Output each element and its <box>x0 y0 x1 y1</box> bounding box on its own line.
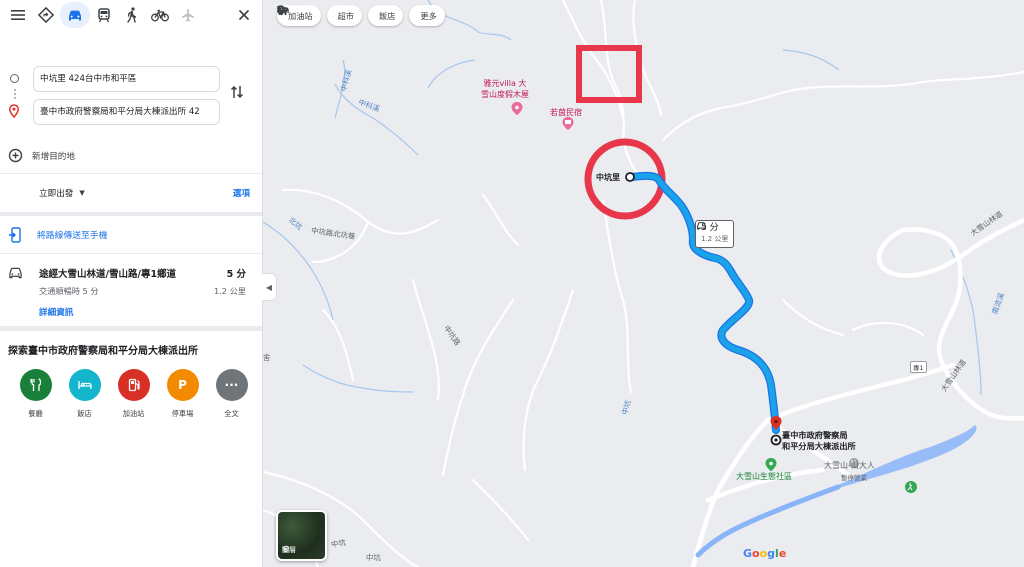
directions-inputs: 中坑里 424台中市和平區 臺中市政府警察局和平分局大棟派出所 42 <box>0 30 262 138</box>
caret-down-icon[interactable]: ▼ <box>79 189 84 197</box>
chip-more[interactable]: 更多 <box>277 5 445 26</box>
poi-ruoyin-pin <box>562 117 574 131</box>
annotation-square <box>576 45 642 103</box>
eco-area-label[interactable]: 大雪山生態社區 <box>736 471 792 482</box>
chip-supermarket[interactable]: 超市 <box>277 5 362 26</box>
origin-input[interactable]: 中坑里 424台中市和平區 <box>33 66 220 92</box>
explore-parking[interactable]: P 停車場 <box>158 369 207 419</box>
bike-icon[interactable] <box>146 2 174 28</box>
route-title: 途經大雪山林道/雪山路/專1鄉道 <box>39 269 177 280</box>
route-dot <box>14 93 16 95</box>
depart-row: 立即出發 ▼ 選項 <box>0 174 262 216</box>
origin-dot-icon <box>10 74 19 83</box>
camp-status: 暫停營業 <box>841 474 867 482</box>
explore-nearby: 餐廳 飯店 加油站 P 停車場 ··· 全文 <box>0 369 262 419</box>
best-route-icon[interactable] <box>32 2 60 28</box>
route-dot <box>14 97 16 99</box>
map-graphics <box>263 0 1024 567</box>
depart-now-dropdown[interactable]: 立即出發 <box>39 187 73 199</box>
layers-icon <box>282 545 290 553</box>
streams <box>263 0 982 396</box>
origin-marker <box>625 172 635 182</box>
route-option[interactable]: 途經大雪山林道/雪山路/專1鄉道 5 分 交通順暢時 5 分 1.2 公里 詳細… <box>0 254 262 331</box>
chip-label: 飯店 <box>378 10 396 21</box>
collapse-panel-button[interactable]: ◀ <box>262 273 277 301</box>
destination-map-text: 臺中市政府警察局 和平分局大棟派出所 <box>782 430 856 451</box>
explore-label: 停車場 <box>171 409 194 418</box>
explore-restaurants[interactable]: 餐廳 <box>11 369 60 419</box>
place-label: 舍 <box>263 353 271 362</box>
destination-map-label[interactable]: 臺中市政府警察局 和平分局大棟派出所 <box>782 430 856 452</box>
phone-send-icon <box>9 226 21 243</box>
poi-hiking-pin <box>905 481 917 493</box>
send-to-phone-button[interactable]: 將路線傳送至手機 <box>0 216 262 254</box>
category-chips: 加油站 超市 飯店 更多 <box>277 5 451 26</box>
destination-pin-icon <box>8 103 20 122</box>
gas-station-icon <box>117 369 150 401</box>
road-shield: 專1 <box>910 361 927 373</box>
restaurant-icon <box>19 369 52 401</box>
flight-icon[interactable] <box>174 2 202 28</box>
walk-icon[interactable] <box>118 2 146 28</box>
options-button[interactable]: 選項 <box>233 187 250 199</box>
car-icon <box>69 10 81 21</box>
swap-icon[interactable] <box>230 84 244 104</box>
hotel-icon <box>68 369 101 401</box>
chip-label: 加油站 <box>288 10 313 21</box>
route-details-link[interactable]: 詳細資訊 <box>39 306 73 318</box>
route-badge-duration: 5 分 <box>697 222 728 234</box>
camp-label[interactable]: 大雪山-山大人 <box>824 460 875 471</box>
explore-hotels[interactable]: 飯店 <box>60 369 109 419</box>
route-distance: 1.2 公里 <box>214 286 246 296</box>
place-label: 中坑 <box>366 553 381 562</box>
route-line <box>627 173 779 433</box>
poi-eco-pin <box>765 458 777 472</box>
directions-panel: 中坑里 424台中市和平區 臺中市政府警察局和平分局大棟派出所 42 新增目的地… <box>0 0 263 567</box>
destination-input[interactable]: 臺中市政府警察局和平分局大棟派出所 42 <box>33 99 220 125</box>
route-badge[interactable]: 5 分 1.2 公里 <box>695 220 735 248</box>
car-icon <box>9 267 22 279</box>
explore-label: 全文 <box>224 409 239 418</box>
close-icon[interactable] <box>230 2 258 28</box>
travel-mode-bar <box>0 0 262 30</box>
origin-map-label: 中坑里 <box>596 173 620 182</box>
send-to-phone-label: 將路線傳送至手機 <box>37 231 108 241</box>
main-roads <box>690 217 1024 567</box>
chip-hotel[interactable]: 飯店 <box>277 5 404 26</box>
poi-yayuan-pin <box>511 102 523 116</box>
route-traffic: 交通順暢時 5 分 <box>39 286 99 296</box>
poi-yayuan-label[interactable]: 雅元villa 大 雪山度假木屋 <box>481 78 529 100</box>
map-canvas[interactable]: 加油站 超市 飯店 更多 雅元villa 大 雪山度假木屋 若茵民宿 中科溪 中… <box>263 0 1024 567</box>
route-dot <box>14 89 16 91</box>
route-badge-distance: 1.2 公里 <box>701 235 729 243</box>
google-logo: Google <box>743 547 787 560</box>
add-destination-label: 新增目的地 <box>32 151 75 162</box>
explore-label: 加油站 <box>122 409 145 418</box>
explore-label: 飯店 <box>77 409 92 418</box>
parking-icon: P <box>166 369 199 401</box>
explore-more[interactable]: ··· 全文 <box>207 369 256 419</box>
chip-label: 更多 <box>420 10 437 21</box>
explore-label: 餐廳 <box>28 409 43 418</box>
menu-icon[interactable] <box>4 2 32 28</box>
more-icon: ··· <box>215 369 248 401</box>
car-mode-button[interactable] <box>60 2 90 28</box>
chip-label: 超市 <box>337 10 354 21</box>
add-destination-button[interactable]: 新增目的地 <box>0 138 262 174</box>
explore-title: 探索臺中市政府警察局和平分局大棟派出所 <box>8 346 198 357</box>
transit-icon[interactable] <box>90 2 118 28</box>
car-icon <box>697 222 706 230</box>
route-outline <box>626 171 780 434</box>
poi-ruoyin-label[interactable]: 若茵民宿 <box>550 107 582 118</box>
route-duration: 5 分 <box>226 269 246 280</box>
explore-gas-stations[interactable]: 加油站 <box>109 369 158 419</box>
poi-yayuan-text: 雅元villa 大 雪山度假木屋 <box>481 79 529 99</box>
add-circle-icon <box>8 148 23 163</box>
layers-button[interactable]: 圖層 <box>276 510 327 561</box>
layers-label: 圖層 <box>282 545 296 555</box>
